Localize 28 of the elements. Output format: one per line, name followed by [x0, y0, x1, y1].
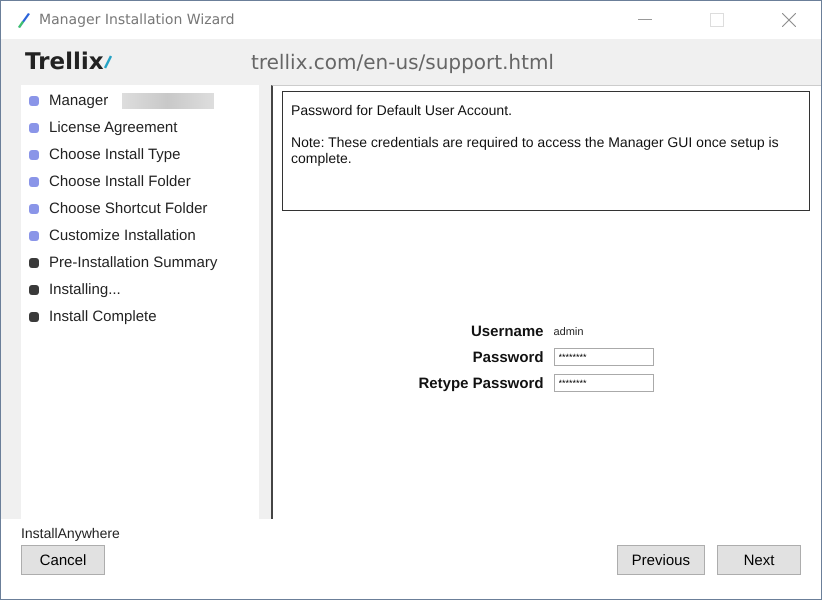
previous-button[interactable]: Previous	[616, 545, 705, 575]
logo: Trellix	[1, 49, 251, 75]
password-label: Password	[472, 348, 544, 366]
step-label: Customize Installation	[49, 227, 196, 244]
step-label: Pre-Installation Summary	[49, 254, 218, 271]
step-label: Manager	[49, 92, 108, 109]
close-icon	[782, 13, 796, 27]
password-field[interactable]: ********	[554, 348, 654, 366]
window-title: Manager Installation Wizard	[39, 12, 236, 28]
next-button[interactable]: Next	[717, 545, 801, 575]
step-label: Install Complete	[49, 308, 157, 325]
retype-password-field[interactable]: ********	[554, 374, 654, 392]
app-icon	[17, 12, 31, 28]
step-label: Choose Install Folder	[49, 173, 191, 190]
support-url: trellix.com/en-us/support.html	[251, 50, 554, 74]
username-label: Username	[470, 323, 544, 340]
info-note: Note: These credentials are required to access the Manager GUI once setup is complete.	[291, 134, 780, 166]
step-label: License Agreement	[49, 119, 178, 136]
step-label: Choose Install Type	[49, 146, 180, 163]
minimize-icon	[638, 19, 652, 21]
info-title: Password for Default User Account.	[291, 102, 513, 118]
username-value: admin	[554, 326, 584, 338]
cancel-button[interactable]: Cancel	[21, 545, 105, 575]
brand-label: InstallAnywhere	[21, 525, 121, 541]
maximize-icon	[710, 13, 724, 27]
retype-password-label: Retype Password	[418, 374, 544, 392]
step-label: Installing...	[49, 281, 121, 298]
step-label: Choose Shortcut Folder	[49, 200, 208, 217]
